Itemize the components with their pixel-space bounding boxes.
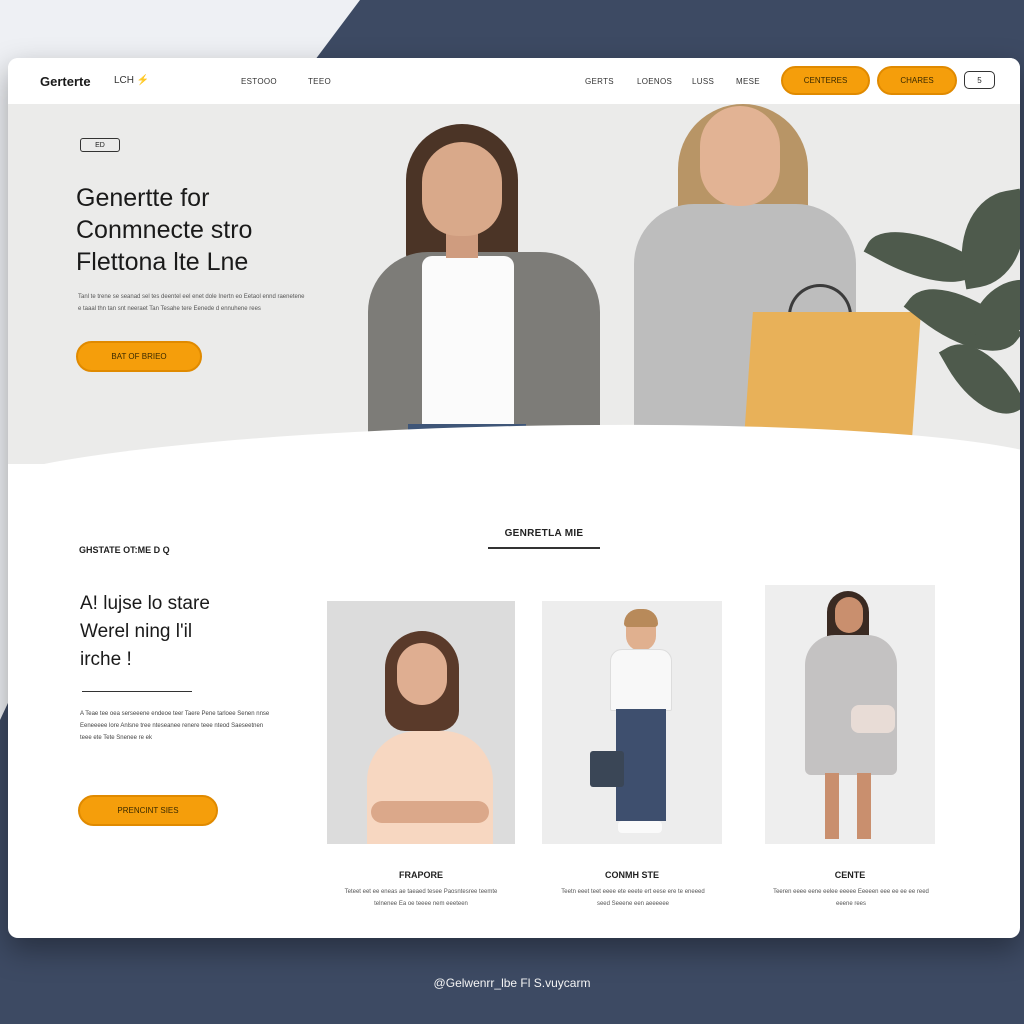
nav-link-2[interactable]: TEEO: [308, 77, 331, 86]
hero-cta-button[interactable]: BAT OF BRIEO: [76, 341, 202, 372]
section-heading-line-2: Werel ning l'il: [80, 621, 193, 642]
product-card-image-3[interactable]: [765, 585, 935, 844]
product-card-description-1: Teteet eet ee eneas ae taeaed tesee Paos…: [344, 889, 498, 907]
brand-logo[interactable]: Gerterte: [40, 74, 91, 89]
product-card-title-3: CENTE: [834, 870, 866, 880]
hero-title: Genertte for Conmnecte stro Flettona lte…: [76, 182, 252, 278]
section-divider: [82, 691, 192, 692]
nav-link-1[interactable]: ESTOOO: [241, 77, 277, 86]
hero-badge-label: ED: [95, 141, 105, 149]
spark-icon: ⚡: [136, 75, 150, 86]
section-title: GENRETLA MIE: [504, 528, 584, 539]
section-heading: A! lujse lo stare Werel ning l'il irche …: [80, 590, 210, 674]
hero-title-line-3: Flettona lte Lne: [76, 248, 249, 276]
product-card-image-1[interactable]: [327, 601, 515, 844]
nav-link-5[interactable]: LUSS: [692, 77, 714, 86]
nav-link-4[interactable]: LOENOS: [637, 77, 672, 86]
hero-title-line-1: Genertte for: [76, 184, 210, 212]
section-kicker: GHSTATE OT:ME D Q: [79, 545, 170, 555]
product-card-title-2: CONMH STE: [605, 870, 659, 880]
browser-window: Gerterte LCH ⚡ ESTOOO TEEO GERTS LOENOS …: [8, 58, 1020, 938]
hero-title-line-2: Conmnecte stro: [76, 216, 253, 244]
product-card-description-2: Teetn eeet teet eeee ete eeete ert eese …: [561, 889, 705, 907]
nav-secondary-button[interactable]: CHARES: [877, 66, 957, 95]
section-title-underline: [488, 547, 600, 549]
product-card-description-3: Teeren eeee eene eelee eeeee Eeeeen eee …: [773, 889, 929, 907]
footer-credit: @Gelwenrr_lbe Fl S.vuycarm: [433, 976, 591, 990]
hero-badge: ED: [80, 138, 120, 152]
section-heading-line-1: A! lujse lo stare: [80, 593, 210, 614]
nav-icon-button[interactable]: 5: [964, 71, 995, 89]
hero-model-image-2: [628, 104, 921, 464]
plant-image: [848, 164, 1020, 464]
nav-link-6[interactable]: MESE: [736, 77, 760, 86]
hero-section: ED Genertte for Conmnecte stro Flettona …: [8, 104, 1020, 464]
hero-description: Tanl te trene se seanad sel tes deentel …: [78, 294, 305, 312]
section-heading-line-3: irche !: [80, 649, 132, 670]
nav-icon-button-label: 5: [977, 75, 982, 85]
brand-tagline: LCH ⚡: [114, 75, 149, 86]
section-cta-button[interactable]: PRENCINT SIES: [78, 795, 218, 826]
hero-model-image-1: [358, 124, 608, 464]
top-navigation: Gerterte LCH ⚡ ESTOOO TEEO GERTS LOENOS …: [8, 58, 1020, 104]
section-description: A Teae tee oea serseeene endeoe teer Tae…: [80, 711, 270, 741]
nav-link-3[interactable]: GERTS: [585, 77, 614, 86]
brand-tagline-text: LCH: [114, 75, 135, 86]
nav-primary-button[interactable]: CENTERES: [781, 66, 870, 95]
product-card-image-2[interactable]: [542, 601, 722, 844]
product-card-title-1: FRAPORE: [398, 870, 443, 880]
